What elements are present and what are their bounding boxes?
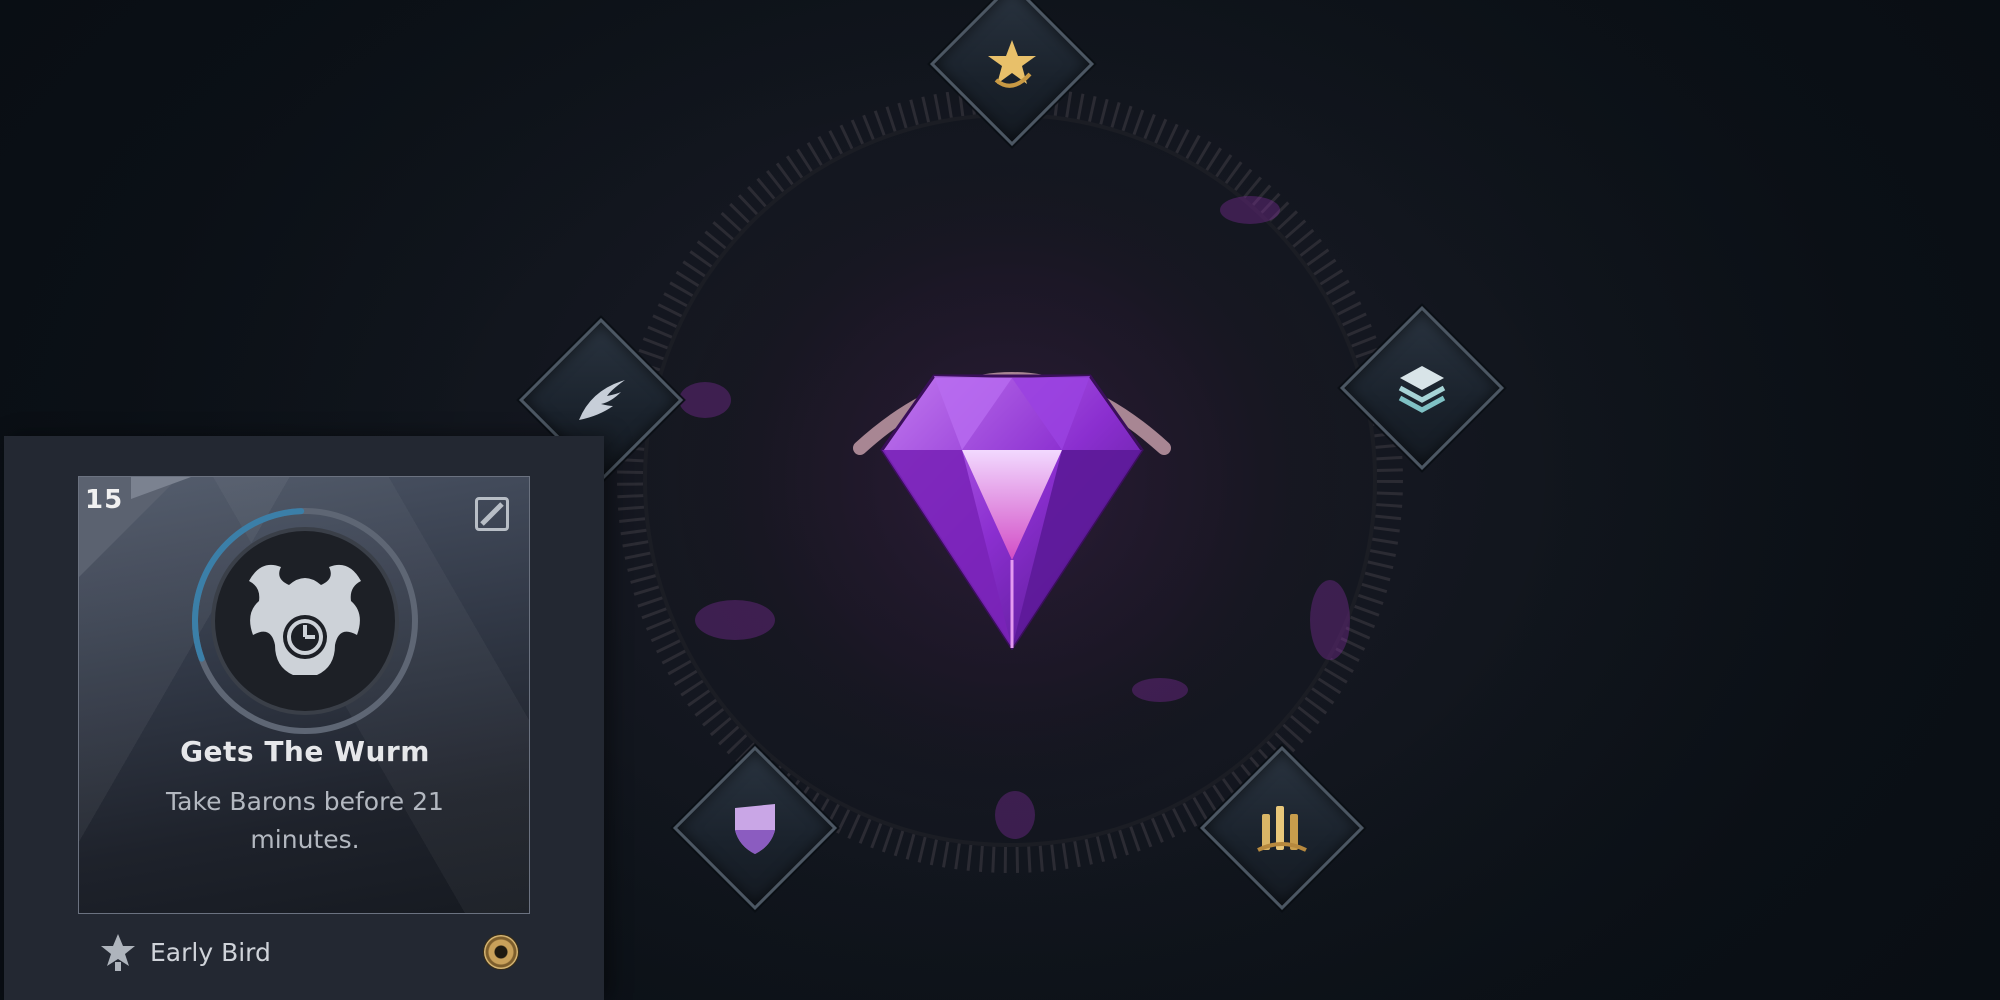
achievement-card[interactable]: 15 Gets The Wurm Take Barons before 21 m… — [78, 476, 530, 914]
shield-icon — [720, 793, 790, 863]
level-number: 15 — [85, 485, 124, 515]
star-icon — [101, 934, 135, 971]
title-footer-label: Early Bird — [150, 937, 271, 967]
wing-icon — [566, 365, 636, 435]
layers-icon — [1387, 353, 1457, 423]
achievement-description: Take Barons before 21 minutes. — [166, 787, 444, 854]
level-corner-accent — [131, 477, 191, 499]
token-icon[interactable] — [484, 935, 518, 969]
edit-icon[interactable] — [475, 497, 509, 531]
achievement-emblem — [192, 508, 418, 734]
achievement-title: Gets The Wurm — [180, 735, 430, 768]
pillars-icon — [1247, 793, 1317, 863]
title-footer[interactable]: Early Bird — [78, 926, 530, 978]
purple-gem-icon[interactable] — [852, 330, 1172, 650]
star-swirl-icon — [977, 29, 1047, 99]
